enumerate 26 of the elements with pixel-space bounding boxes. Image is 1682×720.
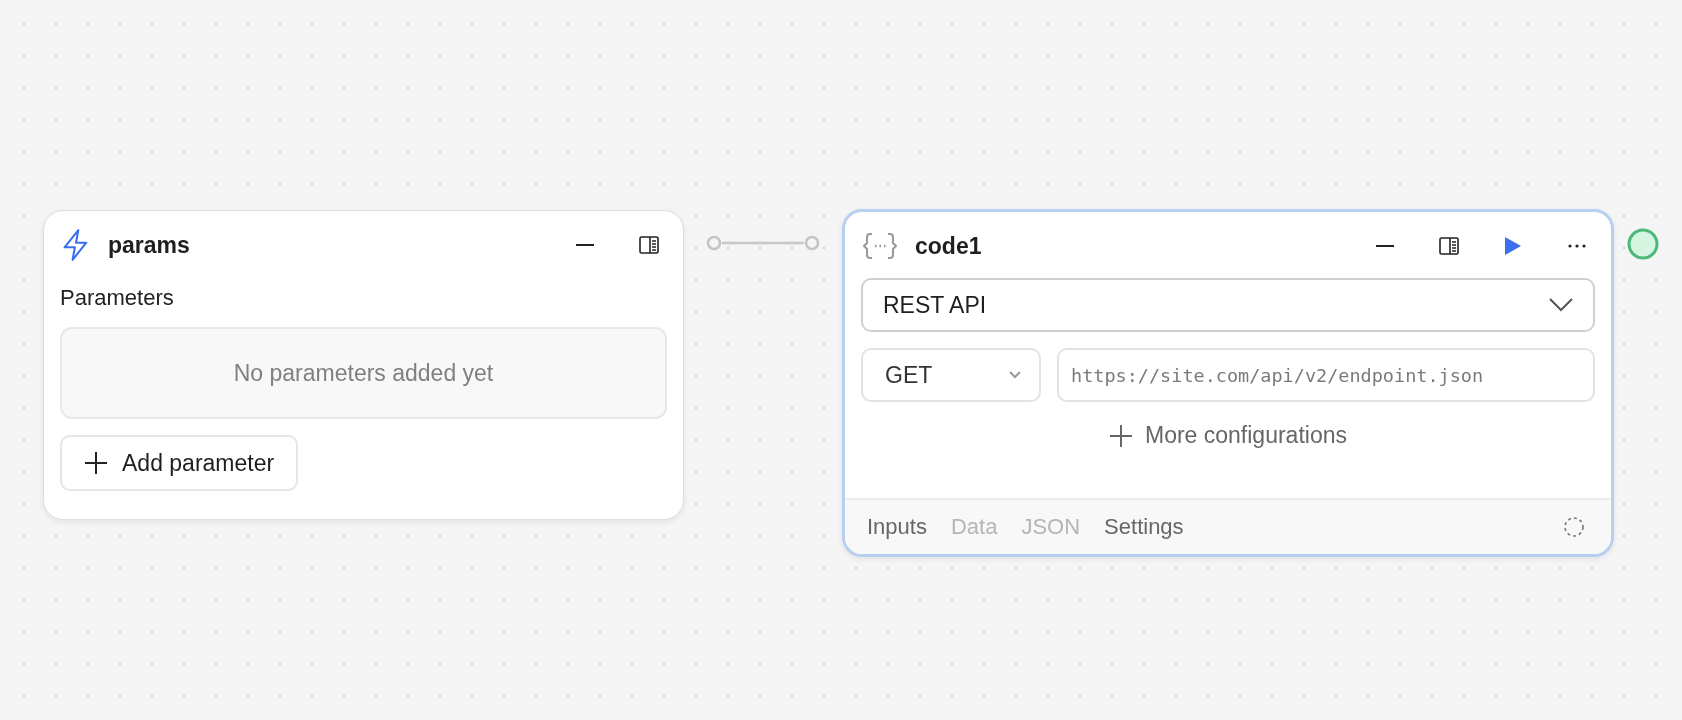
minimize-icon <box>575 243 595 247</box>
method-select[interactable]: GET <box>861 348 1041 402</box>
side-panel-icon <box>1439 237 1459 255</box>
tab[interactable]: Inputs <box>867 514 927 540</box>
tab[interactable]: Settings <box>1104 514 1184 540</box>
side-panel-icon <box>639 236 659 254</box>
node-title: params <box>108 231 191 259</box>
play-icon <box>1504 236 1522 256</box>
section-label: Parameters <box>60 285 175 311</box>
more-icon <box>1568 244 1586 248</box>
plus-icon <box>84 451 108 475</box>
braces-icon <box>863 232 897 260</box>
minimize-icon <box>1375 244 1395 248</box>
source-select[interactable]: REST API <box>861 278 1595 332</box>
params-node[interactable]: params Parameters No parameters added yet Add parameter <box>43 210 684 520</box>
more-configurations-button[interactable]: More configurations <box>1105 418 1351 453</box>
url-field[interactable]: https://site.com/api/v2/endpoint.json <box>1057 348 1595 402</box>
output-handle-icon <box>1626 227 1660 261</box>
lightning-icon <box>62 229 90 261</box>
loading-icon <box>1563 516 1585 538</box>
plus-icon <box>1109 423 1133 448</box>
add-parameter-button[interactable]: Add parameter <box>60 435 299 491</box>
empty-message: No parameters added yet <box>233 359 494 387</box>
node-title: code1 <box>915 232 983 260</box>
chevron-down-icon <box>1009 371 1021 379</box>
chevron-down-icon <box>1549 298 1573 312</box>
